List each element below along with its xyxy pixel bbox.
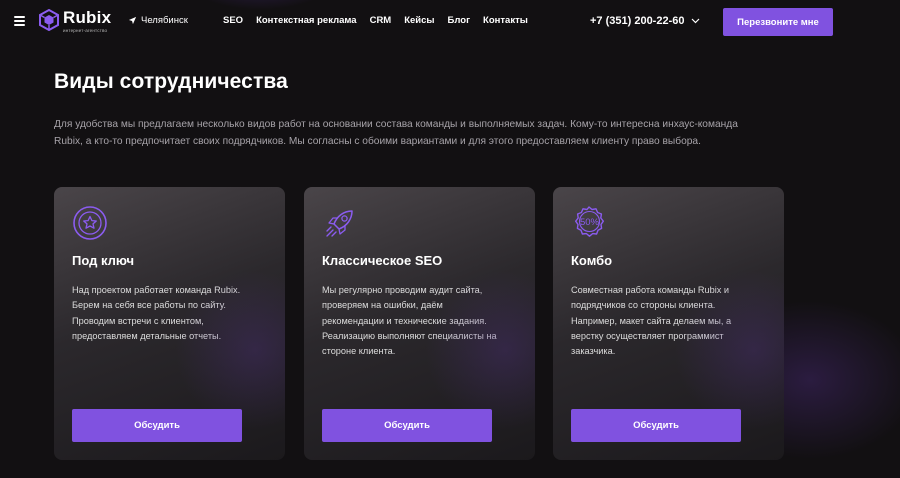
card-description: Мы регулярно проводим аудит сайта, прове… — [322, 285, 497, 357]
card-title: Комбо — [571, 253, 613, 268]
discuss-button[interactable]: Обсудить — [571, 409, 741, 442]
phone-dropdown[interactable]: +7 (351) 200-22-60 — [590, 15, 700, 27]
card-description: Совместная работа команды Rubix и подряд… — [571, 285, 732, 357]
section-lead: Для удобства мы предлагаем несколько вид… — [54, 119, 738, 147]
city-selector[interactable]: Челябинск — [128, 15, 188, 26]
nav-item-context-ads[interactable]: Контекстная реклама — [256, 15, 357, 26]
discuss-button[interactable]: Обсудить — [322, 409, 492, 442]
location-arrow-icon — [128, 16, 137, 25]
site-header: Rubix интернет-агентство Челябинск SEO К… — [0, 0, 900, 44]
card-turnkey: Под ключ Над проектом работает команда R… — [54, 187, 285, 460]
callback-button[interactable]: Перезвоните мне — [723, 8, 833, 36]
card-title: Под ключ — [72, 253, 135, 268]
nav-item-cases[interactable]: Кейсы — [404, 15, 434, 26]
logo[interactable]: Rubix интернет-агентство — [38, 9, 111, 33]
menu-icon[interactable] — [14, 16, 25, 26]
nav-item-blog[interactable]: Блог — [448, 15, 471, 26]
nav-item-seo[interactable]: SEO — [223, 15, 243, 26]
discuss-button[interactable]: Обсудить — [72, 409, 242, 442]
main-nav: SEO Контекстная реклама CRM Кейсы Блог К… — [223, 15, 541, 26]
star-badge-icon — [73, 206, 107, 240]
nav-item-crm[interactable]: CRM — [370, 15, 392, 26]
percent-badge-icon: 50% — [575, 206, 604, 237]
section-title: Виды сотрудничества — [54, 70, 288, 93]
logo-cube-icon — [39, 9, 59, 31]
rocket-icon — [326, 210, 353, 237]
card-description: Над проектом работает команда Rubix. Бер… — [72, 285, 241, 341]
card-title: Классическое SEO — [322, 253, 443, 268]
nav-item-contacts[interactable]: Контакты — [483, 15, 528, 26]
card-classic-seo: Классическое SEO Мы регулярно проводим а… — [304, 187, 535, 460]
logo-subtitle: интернет-агентство — [63, 28, 108, 33]
logo-name: Rubix — [63, 8, 112, 27]
badge-text: 50% — [580, 217, 600, 228]
phone-number: +7 (351) 200-22-60 — [590, 15, 685, 27]
chevron-down-icon — [692, 18, 700, 24]
city-label: Челябинск — [141, 15, 188, 26]
card-combo: 50% Комбо Совместная работа команды Rubi… — [553, 187, 784, 460]
